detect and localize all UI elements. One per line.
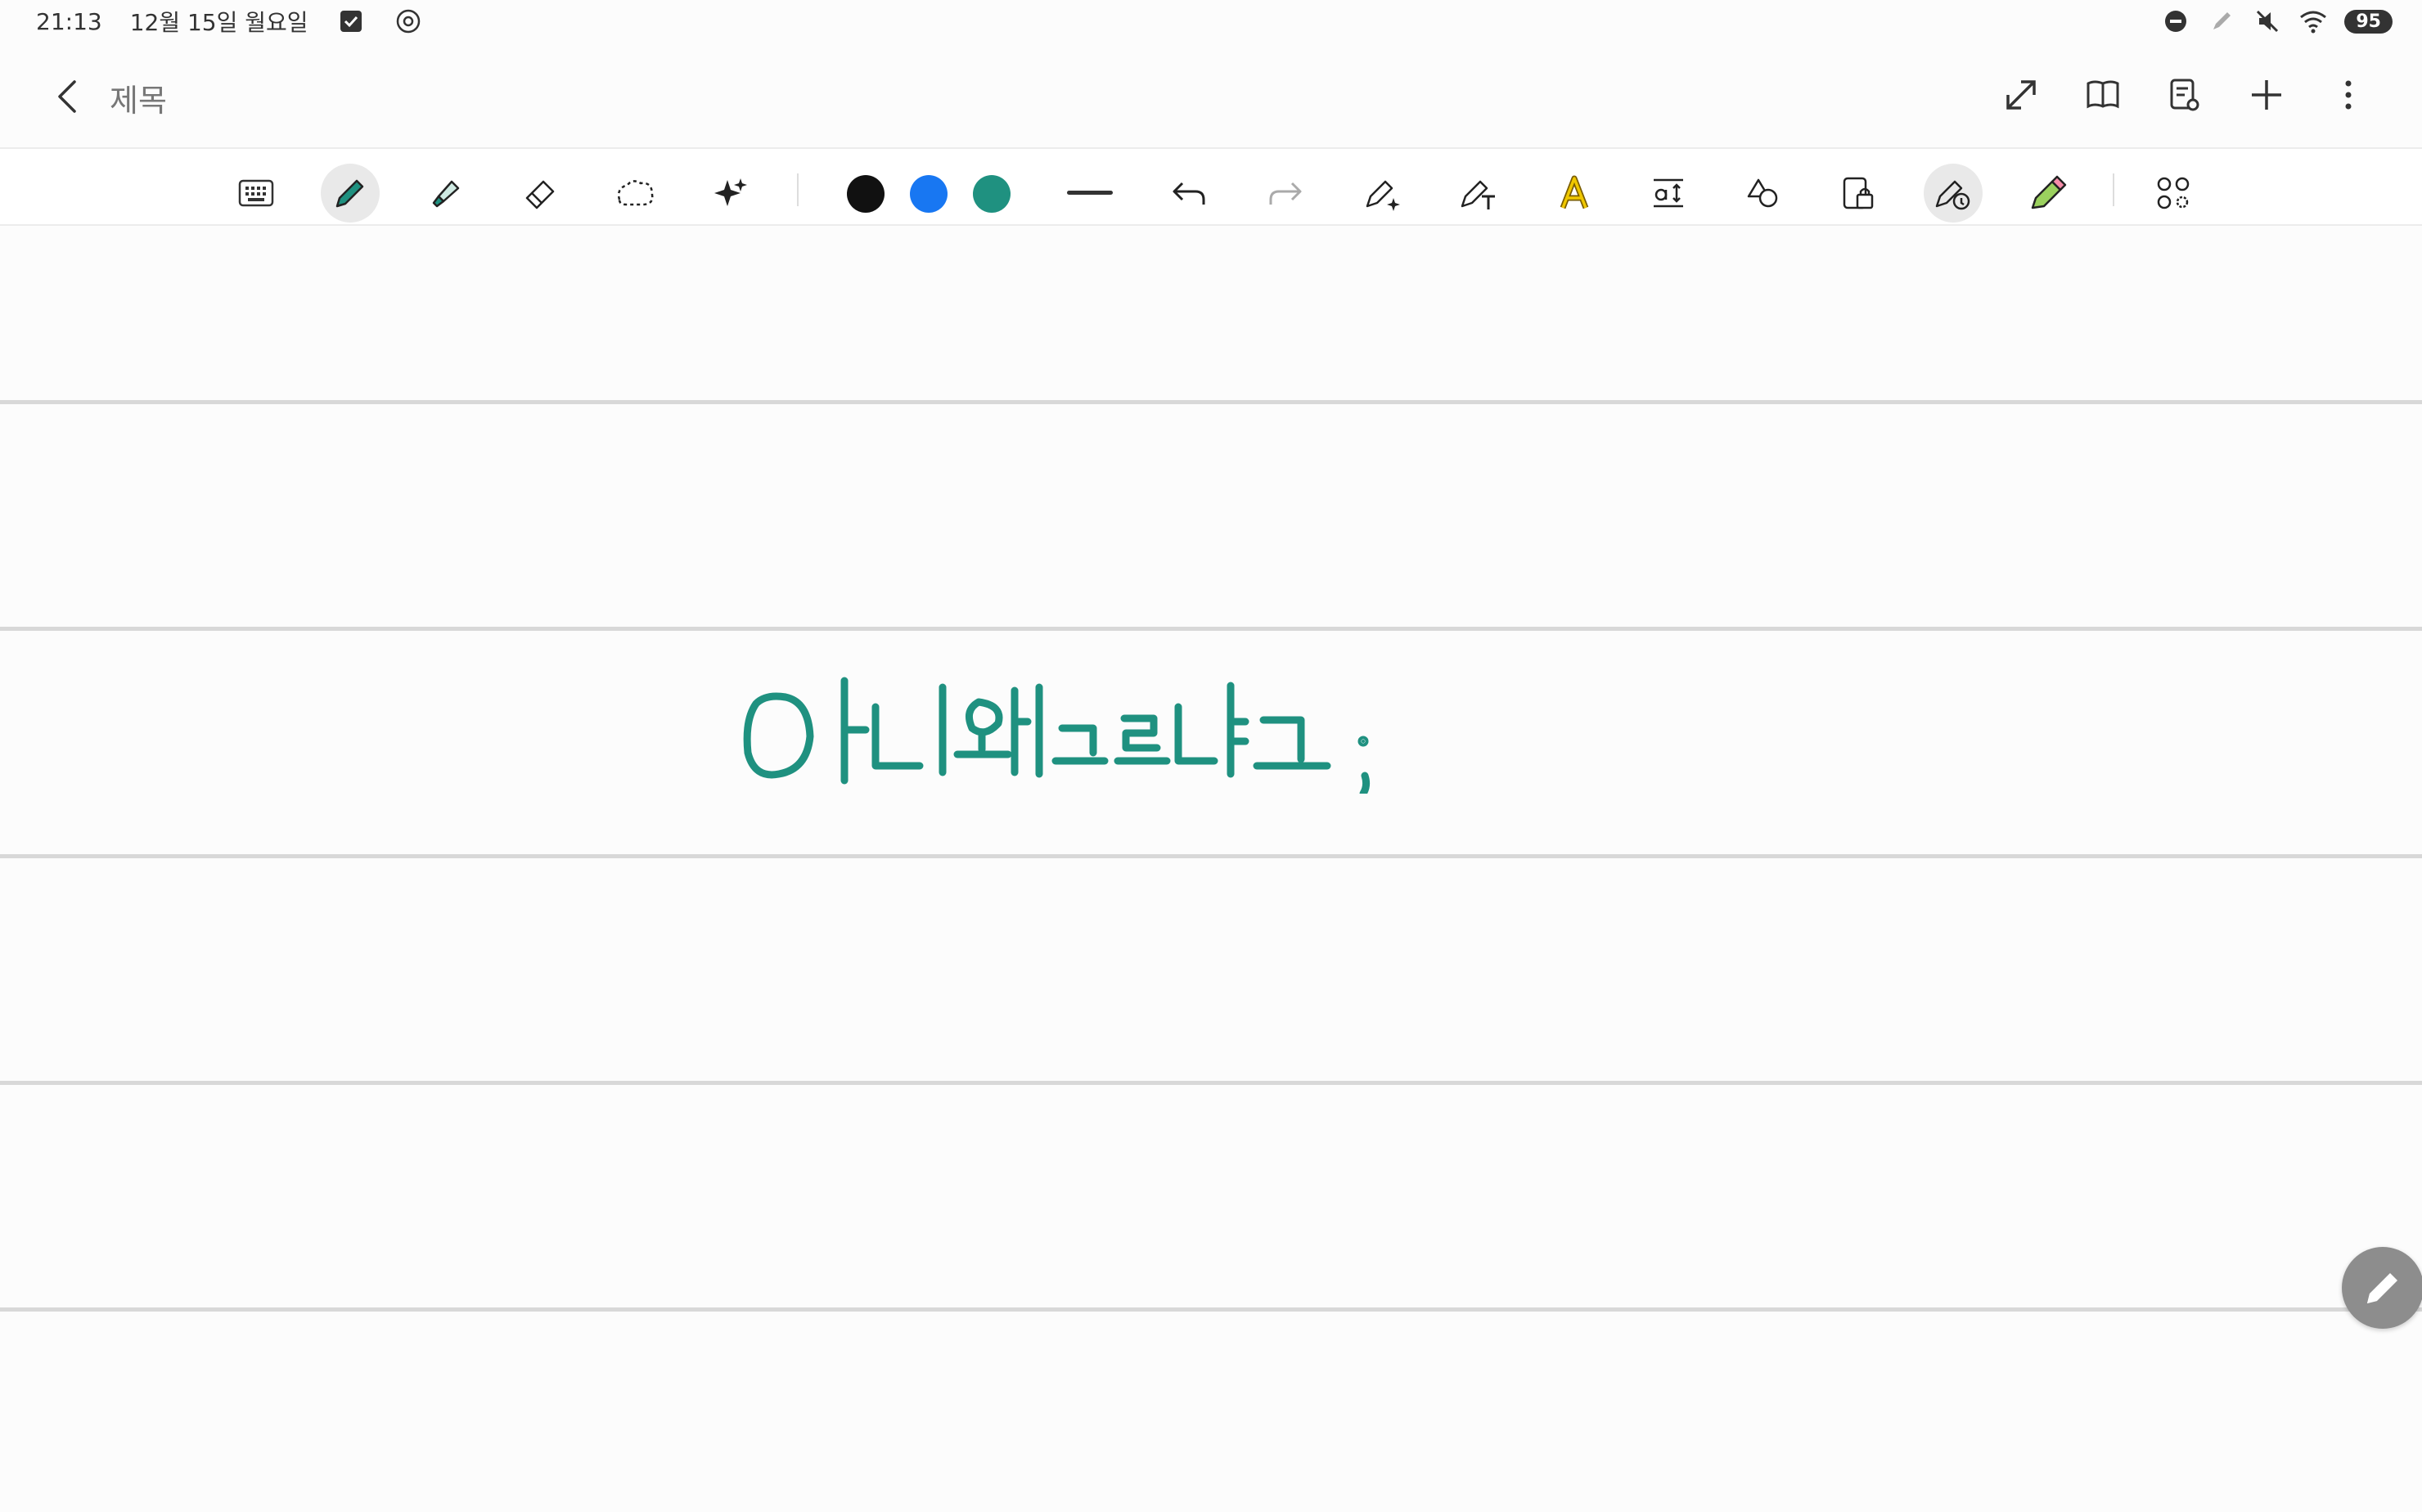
ruled-line (0, 400, 2422, 404)
drawing-toolbar (0, 147, 2422, 226)
stroke-width-tool[interactable] (1060, 164, 1119, 223)
letter-a-icon (1560, 175, 1589, 209)
wifi-icon (2298, 7, 2328, 36)
keyboard-tool[interactable] (227, 164, 286, 223)
note-canvas[interactable] (0, 227, 2422, 1512)
eraser-icon (525, 180, 555, 209)
more-options-button[interactable] (2324, 70, 2373, 119)
color-teal[interactable] (973, 175, 1011, 213)
lasso-tool[interactable] (606, 164, 664, 223)
lasso-icon (617, 180, 654, 206)
page-lock-tool[interactable] (1830, 164, 1889, 223)
ruled-line (0, 854, 2422, 858)
redo-icon (1269, 182, 1302, 205)
mute-icon (2253, 7, 2282, 36)
shapes-tool[interactable] (1734, 164, 1793, 223)
gear-notification-icon (394, 7, 423, 36)
ruled-line (0, 1307, 2422, 1312)
page-lock-icon (1843, 177, 1874, 209)
pen-lock-icon (1935, 180, 1970, 210)
book-icon (2087, 80, 2119, 109)
toolbar-divider (2113, 173, 2114, 206)
back-button[interactable] (43, 72, 92, 121)
status-bar: 21:13 12월 15일 월요일 95 (0, 0, 2422, 46)
more-vertical-icon (2345, 80, 2352, 110)
plus-icon (2252, 80, 2281, 110)
pen-sparkle-icon (1366, 180, 1400, 211)
add-page-button[interactable] (2242, 70, 2291, 119)
back-chevron-icon (58, 80, 76, 113)
redo-button[interactable] (1256, 164, 1315, 223)
pen-to-text-tool[interactable] (1449, 164, 1508, 223)
toolbar-divider (797, 173, 799, 206)
ruled-line (0, 627, 2422, 631)
status-time: 21:13 (36, 7, 102, 35)
text-style-tool[interactable] (1545, 164, 1604, 223)
ruled-line (0, 1081, 2422, 1085)
do-not-disturb-icon (2161, 7, 2190, 36)
pen-icon (335, 179, 364, 208)
undo-button[interactable] (1159, 164, 1218, 223)
pen-tool[interactable] (321, 164, 380, 223)
pen-icon (2367, 1273, 2397, 1303)
expand-icon (2006, 80, 2036, 110)
color-pen-tool[interactable] (2019, 164, 2078, 223)
sparkle-icon (714, 178, 747, 206)
page-settings-button[interactable] (2160, 70, 2209, 119)
status-date: 12월 15일 월요일 (129, 9, 308, 36)
book-view-button[interactable] (2078, 70, 2127, 119)
expand-button[interactable] (1997, 70, 2046, 119)
highlighter-icon (432, 180, 460, 208)
color-pen-icon (2031, 175, 2067, 209)
pen-mode-tool[interactable] (1924, 164, 1983, 223)
title-actions (1997, 70, 2373, 119)
color-blue[interactable] (910, 175, 948, 213)
checkbox-notification-icon (336, 7, 366, 36)
title-bar: 제목 (0, 54, 2422, 139)
undo-icon (1173, 182, 1205, 205)
status-right: 95 (2161, 7, 2393, 36)
page-settings-icon (2170, 79, 2199, 111)
handwritten-stroke[interactable] (736, 671, 1391, 798)
grid-settings-icon (2157, 177, 2190, 209)
color-black[interactable] (847, 175, 885, 213)
pen-settings-tool[interactable] (1354, 164, 1413, 223)
text-format-tool[interactable] (1639, 164, 1698, 223)
shapes-icon (1747, 178, 1778, 208)
ai-assist-tool[interactable] (701, 164, 760, 223)
text-spacing-icon (1654, 178, 1683, 208)
note-title[interactable]: 제목 (110, 75, 167, 120)
more-tools-button[interactable] (2144, 164, 2203, 223)
edit-mode-button[interactable] (2342, 1247, 2422, 1329)
pen-text-icon (1461, 180, 1495, 209)
pen-status-icon (2207, 7, 2236, 36)
stroke-width-icon (1067, 191, 1113, 195)
status-left: 21:13 12월 15일 월요일 (36, 5, 423, 38)
eraser-tool[interactable] (511, 164, 569, 223)
keyboard-icon (238, 179, 274, 207)
highlighter-tool[interactable] (416, 164, 475, 223)
battery-indicator: 95 (2344, 9, 2393, 34)
